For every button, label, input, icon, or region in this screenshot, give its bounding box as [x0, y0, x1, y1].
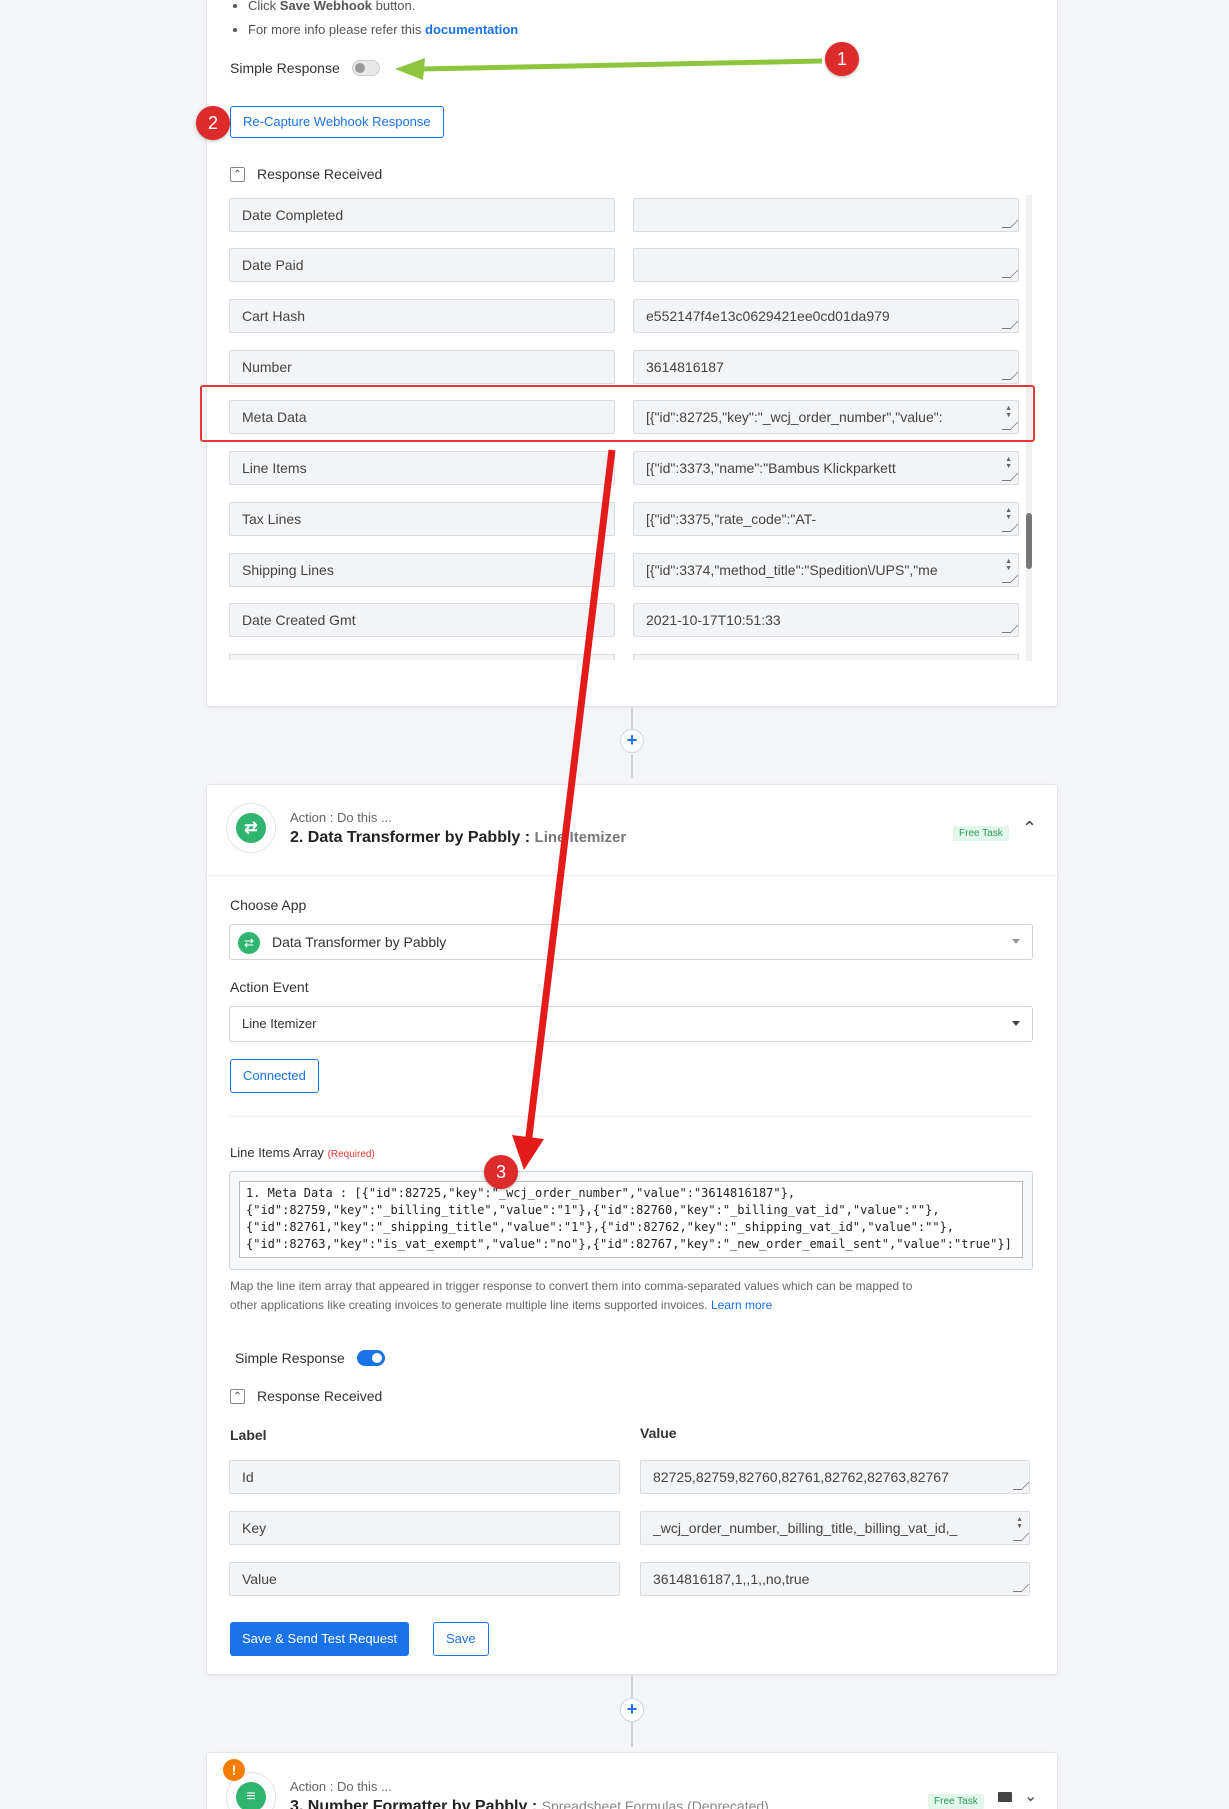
green-arrow-line [419, 58, 823, 72]
annotation-badge-1: 1 [825, 42, 859, 76]
annotation-badge-3: 3 [484, 1155, 518, 1189]
green-arrow-head [395, 58, 425, 80]
annotation-arrows [395, 58, 823, 1170]
annotation-badge-2: 2 [196, 106, 230, 140]
red-arrow-line [524, 449, 616, 1146]
